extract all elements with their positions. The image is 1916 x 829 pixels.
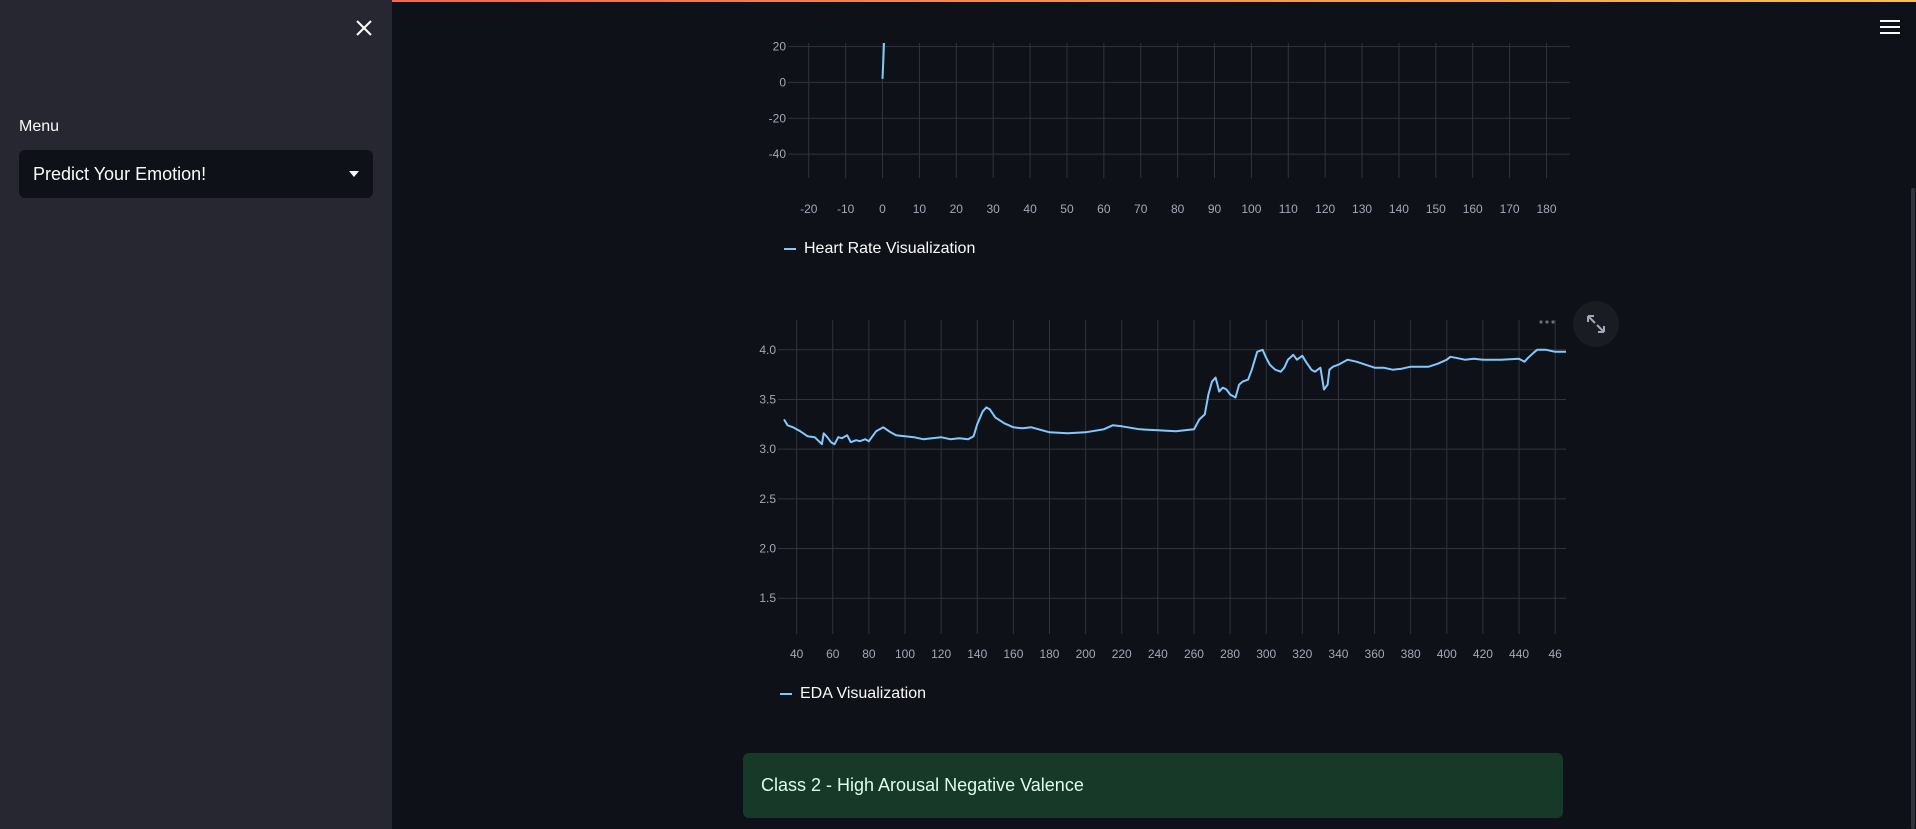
x-tick-label: 260 (1184, 647, 1204, 661)
x-tick-label: 180 (1039, 647, 1059, 661)
x-tick-label: 240 (1148, 647, 1168, 661)
chevron-down-icon (349, 171, 359, 177)
x-tick-label: 10 (913, 202, 927, 216)
x-tick-label: 30 (987, 202, 1001, 216)
x-tick-label: 420 (1473, 647, 1493, 661)
close-icon (356, 20, 372, 36)
y-tick-label: 2.0 (759, 542, 776, 556)
prediction-text: Class 2 - High Arousal Negative Valence (761, 775, 1084, 795)
x-tick-label: 100 (1241, 202, 1261, 216)
x-tick-label: 180 (1536, 202, 1556, 216)
x-tick-label: 120 (931, 647, 951, 661)
x-tick-label: 160 (1463, 202, 1483, 216)
x-tick-label: 100 (895, 647, 915, 661)
legend-label: Heart Rate Visualization (804, 240, 976, 257)
x-tick-label: -20 (800, 202, 818, 216)
x-tick-label: 60 (1097, 202, 1111, 216)
eda-legend[interactable]: EDA Visualization (780, 685, 926, 703)
more-dots-icon (1539, 320, 1555, 324)
x-tick-label: 320 (1292, 647, 1312, 661)
heart-rate-chart[interactable]: -20 -10 0 10 20 30 40 50 60 70 80 90 100 110 120 130 140… (730, 40, 1570, 230)
fullscreen-button[interactable] (1573, 301, 1619, 347)
y-tick-label: 2.5 (759, 492, 776, 506)
y-tick-label: -40 (769, 147, 787, 161)
x-tick-label: 90 (1208, 202, 1222, 216)
x-tick-label: 140 (967, 647, 987, 661)
hamburger-icon (1880, 20, 1900, 22)
x-tick-label: -10 (837, 202, 855, 216)
y-tick-label: 4.0 (759, 343, 776, 357)
y-tick-label: 3.0 (759, 442, 776, 456)
x-tick-label: 70 (1134, 202, 1148, 216)
eda-chart[interactable]: 40 60 80 100 120 140 160 180 200 220 240 260 280 300 3… (730, 310, 1570, 670)
legend-swatch (780, 693, 792, 695)
series-line (783, 348, 1566, 446)
y-tick-label: -20 (769, 111, 787, 125)
x-tick-label: 46 (1548, 647, 1562, 661)
x-tick-label: 220 (1112, 647, 1132, 661)
x-tick-label: 80 (862, 647, 876, 661)
x-tick-label: 150 (1426, 202, 1446, 216)
legend-swatch (784, 248, 796, 250)
x-tick-label: 280 (1220, 647, 1240, 661)
heart-rate-legend[interactable]: Heart Rate Visualization (784, 240, 975, 258)
x-tick-label: 130 (1352, 202, 1372, 216)
x-tick-label: 170 (1500, 202, 1520, 216)
close-sidebar-button[interactable] (352, 16, 376, 40)
y-tick-label: 20 (773, 40, 787, 54)
menu-select[interactable]: Predict Your Emotion! (19, 150, 373, 198)
y-tick-label: 0 (779, 75, 786, 89)
x-tick-label: 440 (1509, 647, 1529, 661)
x-tick-label: 0 (879, 202, 886, 216)
x-tick-label: 60 (826, 647, 840, 661)
x-tick-label: 50 (1060, 202, 1074, 216)
x-tick-label: 340 (1328, 647, 1348, 661)
page-scrollbar[interactable] (1911, 188, 1915, 829)
x-tick-label: 380 (1401, 647, 1421, 661)
main-menu-button[interactable] (1880, 20, 1900, 36)
x-tick-label: 140 (1389, 202, 1409, 216)
x-tick-label: 80 (1171, 202, 1185, 216)
y-tick-label: 3.5 (759, 392, 776, 406)
legend-label: EDA Visualization (800, 685, 926, 702)
x-tick-label: 110 (1279, 202, 1298, 216)
more-options-button[interactable] (1537, 314, 1557, 324)
expand-icon (1587, 315, 1605, 333)
x-tick-label: 360 (1365, 647, 1385, 661)
x-tick-label: 120 (1315, 202, 1335, 216)
y-tick-label: 1.5 (759, 591, 776, 605)
x-tick-label: 40 (790, 647, 804, 661)
menu-label: Menu (19, 118, 60, 135)
prediction-alert: Class 2 - High Arousal Negative Valence (743, 753, 1563, 818)
menu-select-value: Predict Your Emotion! (33, 163, 207, 184)
x-tick-label: 160 (1003, 647, 1023, 661)
sidebar: Menu Predict Your Emotion! (0, 0, 392, 829)
x-tick-label: 20 (950, 202, 964, 216)
x-tick-label: 40 (1023, 202, 1037, 216)
x-tick-label: 200 (1076, 647, 1096, 661)
x-tick-label: 300 (1256, 647, 1276, 661)
x-tick-label: 400 (1437, 647, 1457, 661)
